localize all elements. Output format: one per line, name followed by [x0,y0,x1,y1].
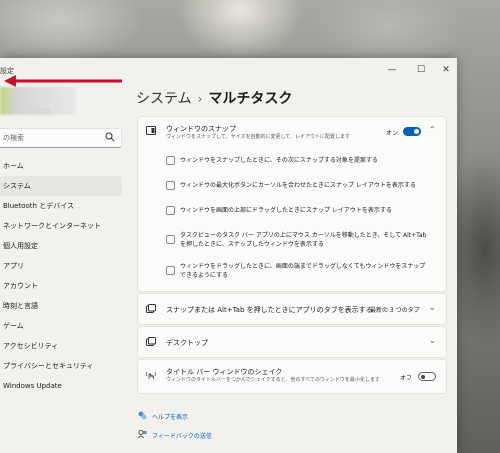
shake-toggle[interactable] [418,372,436,381]
shake-icon [146,371,156,379]
snap-option-5-checkbox[interactable] [166,266,175,275]
sidebar-item-accessibility[interactable]: アクセシビリティ [0,336,122,356]
breadcrumb-current: マルチタスク [208,91,293,107]
snap-windows-subtitle: ウィンドウをスナップして、サイズを自動的に変更して、レイアウトに配置します [166,134,351,140]
account-name-blurred [22,108,50,114]
snap-windows-card: ウィンドウのスナップ ウィンドウをスナップして、サイズを自動的に変更して、レイア… [137,116,447,292]
sidebar-item-time-language[interactable]: 時刻と言語 [0,296,122,316]
feedback-link[interactable]: フィードバックの送信 [152,431,212,440]
snap-toggle[interactable] [403,127,421,136]
help-link[interactable]: ヘルプを表示 [152,412,188,421]
sidebar-item-accounts[interactable]: アカウント [0,276,122,296]
shake-toggle-label: オフ [400,375,413,382]
snap-option-1-label: ウィンドウをスナップしたときに、その次にスナップする対象を提案する [180,157,378,164]
chevron-down-icon[interactable]: ⌄ [429,336,436,345]
sidebar-item-privacy[interactable]: プライバシーとセキュリティ [0,356,122,376]
alttab-dropdown[interactable]: 最新の 3 つのタブ [370,305,420,314]
snap-option-4-label: タスクビューのタスク バー アプリの上にマウス カーソルを移動したとき、そして … [180,232,427,248]
snap-option-1-checkbox[interactable] [166,156,175,165]
snap-toggle-label: オン [386,130,399,137]
search-icon [105,132,115,142]
snap-option-2-label: ウィンドウの最大化ボタンにカーソルを合わせたときにスナップ レイアウトを表示する [180,182,416,189]
sidebar-item-gaming[interactable]: ゲーム [0,316,122,336]
alttab-title: スナップまたは Alt+Tab を押したときにアプリのタブを表示する [166,306,373,314]
settings-window: 設定 — ☐ ✕ の検索 ホーム システム Bluetooth とデバイス ネッ… [0,58,457,453]
minimize-button[interactable]: — [383,63,401,77]
sidebar-item-personalization[interactable]: 個人用設定 [0,236,122,256]
sidebar-nav: ホーム システム Bluetooth とデバイス ネットワークとインターネット … [0,156,122,396]
sidebar-item-windows-update[interactable]: Windows Update [0,376,122,396]
sidebar-item-apps[interactable]: アプリ [0,256,122,276]
page-title: システム › マルチタスク [136,88,292,108]
maximize-button[interactable]: ☐ [412,63,430,77]
sidebar-item-bluetooth[interactable]: Bluetooth とデバイス [0,196,122,216]
snap-option-4-checkbox[interactable] [166,235,175,244]
desktops-card[interactable]: デスクトップ ⌄ [137,326,447,358]
snap-option-3-label: ウィンドウを画面の上部にドラッグしたときにスナップ レイアウトを表示する [180,207,392,214]
desktop-icon [146,337,156,346]
sidebar-item-system[interactable]: システム [0,176,122,196]
shake-subtitle: ウィンドウのタイトルバーをつかんでシェイクすると、他のすべてのウィンドウを最小化… [166,377,380,383]
red-arrow-annotation [4,75,122,87]
chevron-down-icon[interactable]: ⌄ [429,303,436,312]
desktops-title: デスクトップ [166,339,208,347]
search-placeholder: の検索 [3,134,24,142]
snap-option-2-checkbox[interactable] [166,181,175,190]
shake-card: タイトル バー ウィンドウのシェイク ウィンドウのタイトルバーをつかんでシェイク… [137,359,447,394]
snap-windows-header[interactable]: ウィンドウのスナップ ウィンドウをスナップして、サイズを自動的に変更して、レイア… [138,117,446,145]
help-icon [138,411,147,420]
feedback-icon [138,430,147,439]
snap-window-icon [146,126,156,135]
chevron-up-icon[interactable]: ⌃ [429,125,436,134]
snap-option-3-checkbox[interactable] [166,206,175,215]
close-button[interactable]: ✕ [437,63,455,77]
sidebar-item-home[interactable]: ホーム [0,156,122,176]
alttab-card[interactable]: スナップまたは Alt+Tab を押したときにアプリのタブを表示する 最新の 3… [137,293,447,325]
breadcrumb-separator: › [197,92,203,106]
search-box[interactable]: の検索 [0,128,122,148]
breadcrumb-parent[interactable]: システム [136,91,192,107]
tabs-icon [146,304,156,313]
sidebar-item-network[interactable]: ネットワークとインターネット [0,216,122,236]
snap-option-5-label: ウィンドウをドラッグしたときに、画面の端までドラッグしなくてもウィンドウをスナッ… [180,263,426,279]
